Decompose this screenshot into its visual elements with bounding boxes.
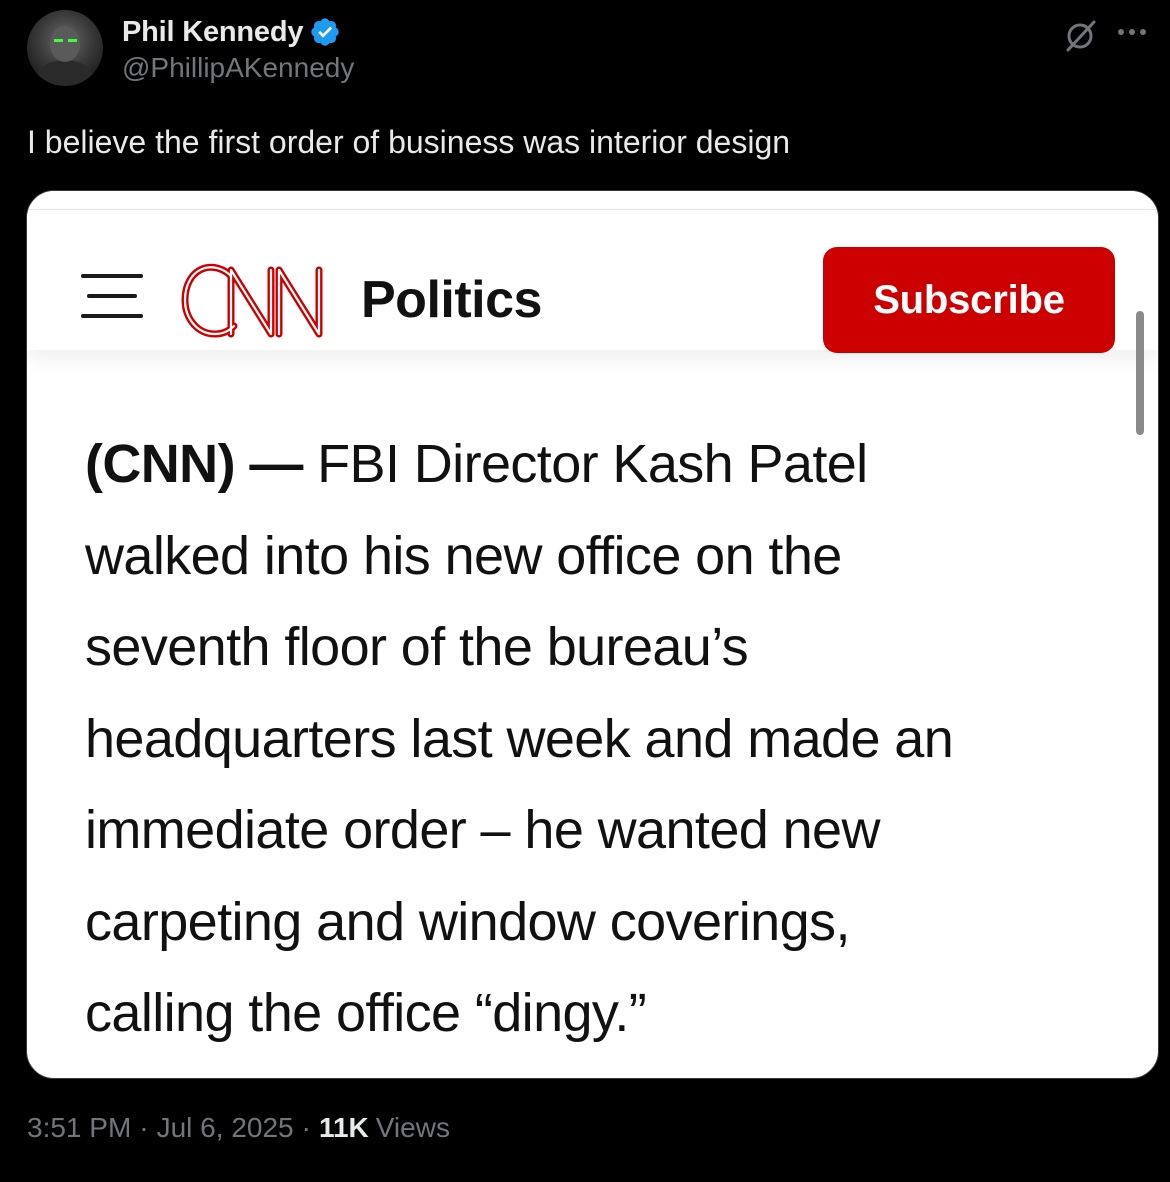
article-line: calling the office “dingy.” [85,983,647,1043]
tweet-time[interactable]: 3:51 PM [27,1112,131,1144]
more-icon[interactable] [1118,22,1156,42]
verified-badge-icon [309,16,341,48]
article-dateline: (CNN) — [85,434,303,494]
scrollbar [1136,311,1144,435]
meta-separator: · [301,1112,311,1143]
article-line: seventh floor of the bureau’s [85,617,749,677]
article-line: carpeting and window coverings, [85,891,850,952]
tweet-meta: 3:51 PM · Jul 6, 2025 · 11K Views [27,1112,450,1144]
screenshot-top-strip [27,191,1158,210]
article-body: (CNN) — FBI Director Kash Patel walked i… [85,419,1115,1060]
article-line: walked into his new office on the [85,525,842,586]
section-name: Politics [361,271,542,329]
article-line: headquarters last week and made an [85,708,954,769]
avatar[interactable] [27,10,103,86]
author-handle[interactable]: @PhillipAKennedy [122,52,354,84]
article-line: immediate order – he wanted new [85,800,880,860]
article-line: (CNN) — FBI Director Kash Patel [85,419,1115,511]
author-name-row[interactable]: Phil Kennedy [122,12,341,52]
meta-separator: · [139,1112,149,1143]
cnn-logo [179,260,349,342]
author-name[interactable]: Phil Kennedy [122,16,304,49]
views-label[interactable]: Views [376,1112,450,1144]
subscribe-button: Subscribe [823,247,1115,353]
hamburger-menu-icon [81,274,143,318]
tweet-date[interactable]: Jul 6, 2025 [157,1112,294,1144]
tweet: Phil Kennedy @PhillipAKennedy I believe … [0,0,1170,1182]
article-line-text: FBI Director Kash Patel [317,434,868,494]
grok-icon[interactable] [1063,17,1099,53]
tweet-text: I believe the first order of business wa… [27,124,791,160]
views-count[interactable]: 11K [319,1112,369,1144]
embedded-screenshot[interactable]: Politics Subscribe (CNN) — FBI Director … [26,190,1159,1079]
cnn-header: Politics Subscribe [27,210,1158,353]
